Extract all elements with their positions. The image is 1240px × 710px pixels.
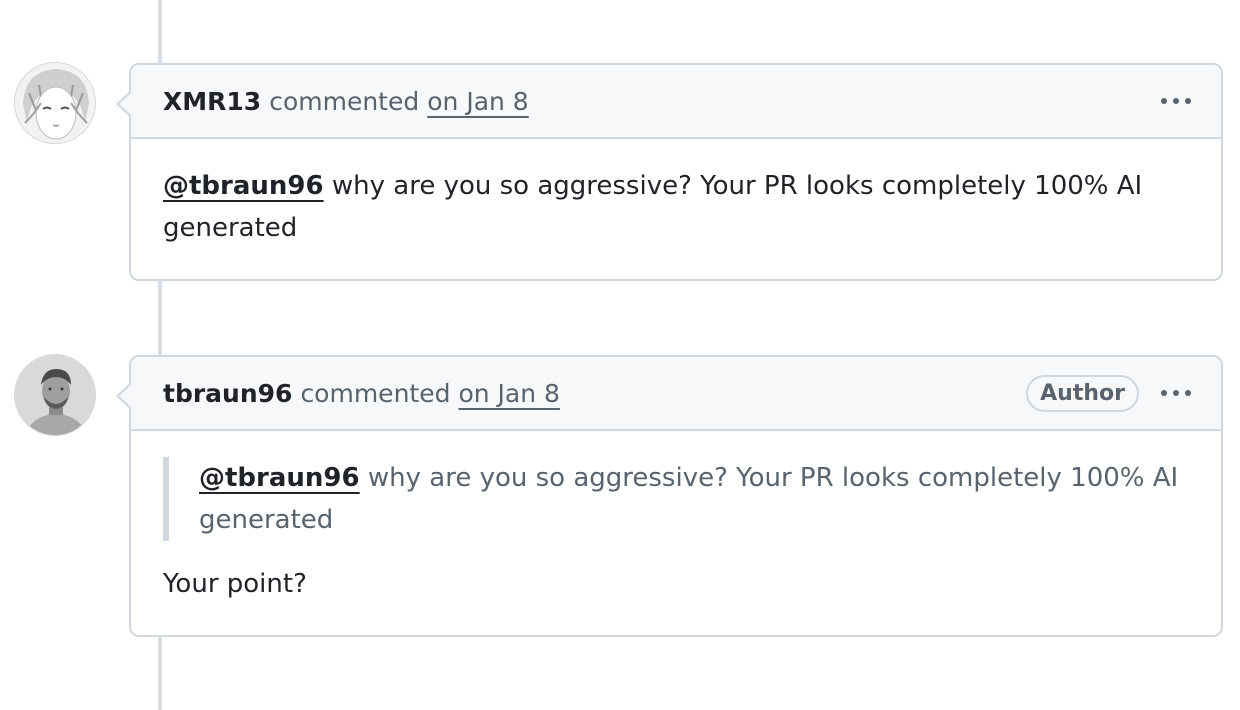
kebab-horizontal-icon: [1161, 390, 1167, 396]
comment-text: @tbraun96 why are you so aggressive? You…: [163, 165, 1189, 249]
comment-text: Your point?: [163, 569, 307, 599]
kebab-horizontal-icon: [1173, 390, 1179, 396]
comment-author[interactable]: XMR13: [163, 87, 261, 116]
comment-body: @tbraun96 why are you so aggressive? You…: [131, 139, 1221, 279]
kebab-horizontal-icon: [1185, 390, 1191, 396]
comment-action: commented: [300, 378, 451, 408]
comment-body: @tbraun96 why are you so aggressive? You…: [131, 431, 1221, 635]
comment-card-1: XMR13 commented on Jan 8 @tbraun96 why a…: [116, 63, 1223, 281]
kebab-horizontal-icon: [1173, 98, 1179, 104]
comment-timestamp[interactable]: on Jan 8: [427, 87, 528, 116]
author-badge: Author: [1026, 374, 1139, 412]
comment-author[interactable]: tbraun96: [163, 379, 292, 408]
comment-header: tbraun96 commented on Jan 8 Author: [131, 357, 1221, 431]
user-mention-link[interactable]: @tbraun96: [199, 463, 360, 493]
comment-card-2: tbraun96 commented on Jan 8 Author @tbra…: [116, 355, 1223, 637]
avatar-xmr13[interactable]: [14, 62, 96, 144]
user-mention-link[interactable]: @tbraun96: [163, 171, 324, 201]
kebab-horizontal-icon: [1185, 98, 1191, 104]
quoted-reply: @tbraun96 why are you so aggressive? You…: [163, 457, 1189, 541]
comment-timestamp[interactable]: on Jan 8: [458, 379, 559, 408]
comment-action: commented: [269, 86, 420, 116]
kebab-horizontal-icon: [1161, 98, 1167, 104]
anime-avatar-icon: [15, 63, 95, 143]
avatar-tbraun96[interactable]: [14, 354, 96, 436]
person-photo-avatar-icon: [15, 355, 95, 435]
comment-options-button[interactable]: [1161, 98, 1191, 104]
comment-options-button[interactable]: [1161, 390, 1191, 396]
comment-header: XMR13 commented on Jan 8: [131, 65, 1221, 139]
